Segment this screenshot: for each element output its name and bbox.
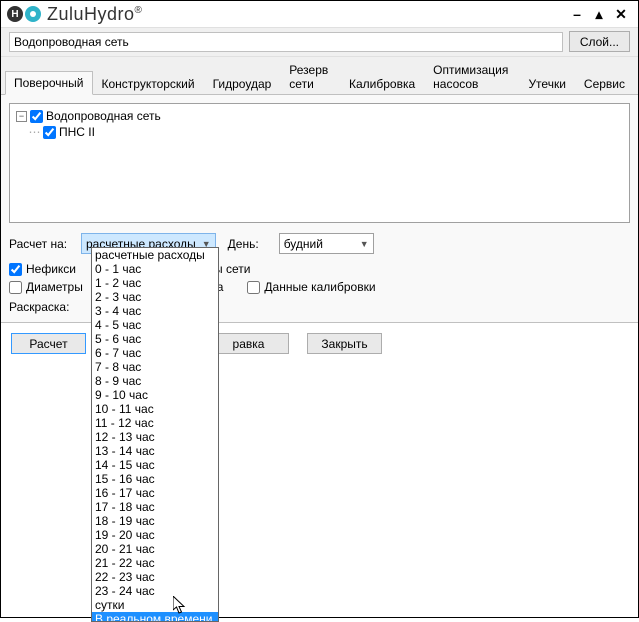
app-title: ZuluHydro®	[47, 4, 142, 25]
dropdown-option[interactable]: 12 - 13 час	[92, 430, 218, 444]
dropdown-option[interactable]: 6 - 7 час	[92, 346, 218, 360]
dropdown-option[interactable]: сутки	[92, 598, 218, 612]
tab-bar: ПоверочныйКонструкторскийГидроударРезерв…	[1, 57, 638, 95]
dropdown-option[interactable]: 18 - 19 час	[92, 514, 218, 528]
tree-child-label: ПНС II	[59, 125, 95, 139]
nefiksir-label: Нефикси	[26, 262, 76, 276]
close-button[interactable]: Закрыть	[307, 333, 382, 354]
help-button-partial[interactable]: равка	[214, 333, 289, 354]
day-label: День:	[228, 237, 259, 251]
tree-branch-icon: ⋯	[29, 124, 40, 140]
dropdown-option[interactable]: 5 - 6 час	[92, 332, 218, 346]
expand-icon[interactable]: −	[16, 111, 27, 122]
tab-поверочный[interactable]: Поверочный	[5, 71, 93, 95]
diameters-checkbox-row[interactable]: Диаметры	[9, 280, 83, 294]
dropdown-option[interactable]: В реальном времени	[92, 612, 218, 622]
calib-label: Данные калибровки	[264, 280, 375, 294]
dropdown-option[interactable]: расчетные расходы	[92, 248, 218, 262]
dropdown-option[interactable]: 21 - 22 час	[92, 556, 218, 570]
dropdown-option[interactable]: 4 - 5 час	[92, 318, 218, 332]
day-select[interactable]: будний ▼	[279, 233, 374, 254]
calib-checkbox-row[interactable]: Данные калибровки	[247, 280, 375, 294]
title-bar: H ZuluHydro® – ▴ ✕	[1, 1, 638, 27]
dropdown-option[interactable]: 2 - 3 час	[92, 290, 218, 304]
dropdown-option[interactable]: 16 - 17 час	[92, 486, 218, 500]
dropdown-option[interactable]: 0 - 1 час	[92, 262, 218, 276]
tab-конструкторский[interactable]: Конструкторский	[93, 72, 204, 95]
day-value: будний	[284, 237, 323, 251]
dropdown-option[interactable]: 15 - 16 час	[92, 472, 218, 486]
nefiksir-checkbox-row[interactable]: Нефикси	[9, 262, 76, 276]
tree-child-row[interactable]: ⋯ ПНС II	[16, 124, 623, 140]
layer-button[interactable]: Слой...	[569, 31, 630, 52]
dropdown-option[interactable]: 8 - 9 час	[92, 374, 218, 388]
diameters-label: Диаметры	[26, 280, 83, 294]
close-window-button[interactable]: ✕	[614, 7, 628, 21]
h-icon: H	[7, 6, 23, 22]
chevron-down-icon: ▼	[360, 239, 369, 249]
layer-tree[interactable]: − Водопроводная сеть ⋯ ПНС II	[9, 103, 630, 223]
tree-root-label: Водопроводная сеть	[46, 109, 161, 123]
tree-root-checkbox[interactable]	[30, 110, 43, 123]
calc-mode-dropdown[interactable]: расчетные расходы0 - 1 час1 - 2 час2 - 3…	[91, 247, 219, 622]
diameters-checkbox[interactable]	[9, 281, 22, 294]
dropdown-option[interactable]: 3 - 4 час	[92, 304, 218, 318]
calc-on-label: Расчет на:	[9, 237, 75, 251]
network-name-field[interactable]: Водопроводная сеть	[9, 32, 563, 52]
dropdown-option[interactable]: 1 - 2 час	[92, 276, 218, 290]
app-icon	[25, 6, 41, 22]
minimize-button[interactable]: –	[570, 7, 584, 21]
tree-child-checkbox[interactable]	[43, 126, 56, 139]
tab-гидроудар[interactable]: Гидроудар	[204, 72, 281, 95]
raskraska-label: Раскраска:	[9, 300, 75, 314]
dropdown-option[interactable]: 10 - 11 час	[92, 402, 218, 416]
dropdown-option[interactable]: 20 - 21 час	[92, 542, 218, 556]
dropdown-option[interactable]: 22 - 23 час	[92, 570, 218, 584]
dropdown-option[interactable]: 13 - 14 час	[92, 444, 218, 458]
dropdown-option[interactable]: 9 - 10 час	[92, 388, 218, 402]
calib-checkbox[interactable]	[247, 281, 260, 294]
tree-root-row[interactable]: − Водопроводная сеть	[16, 108, 623, 124]
maximize-button[interactable]: ▴	[592, 7, 606, 21]
nefiksir-checkbox[interactable]	[9, 263, 22, 276]
tab-резерв сети[interactable]: Резерв сети	[280, 58, 340, 95]
dropdown-option[interactable]: 11 - 12 час	[92, 416, 218, 430]
calc-button[interactable]: Расчет	[11, 333, 86, 354]
tab-оптимизация насосов[interactable]: Оптимизация насосов	[424, 58, 519, 95]
dropdown-option[interactable]: 7 - 8 час	[92, 360, 218, 374]
dropdown-option[interactable]: 14 - 15 час	[92, 458, 218, 472]
dropdown-option[interactable]: 17 - 18 час	[92, 500, 218, 514]
dropdown-option[interactable]: 19 - 20 час	[92, 528, 218, 542]
tab-сервис[interactable]: Сервис	[575, 72, 634, 95]
dropdown-option[interactable]: 23 - 24 час	[92, 584, 218, 598]
network-row: Водопроводная сеть Слой...	[1, 27, 638, 57]
tab-утечки[interactable]: Утечки	[519, 72, 574, 95]
tab-калибровка[interactable]: Калибровка	[340, 72, 424, 95]
